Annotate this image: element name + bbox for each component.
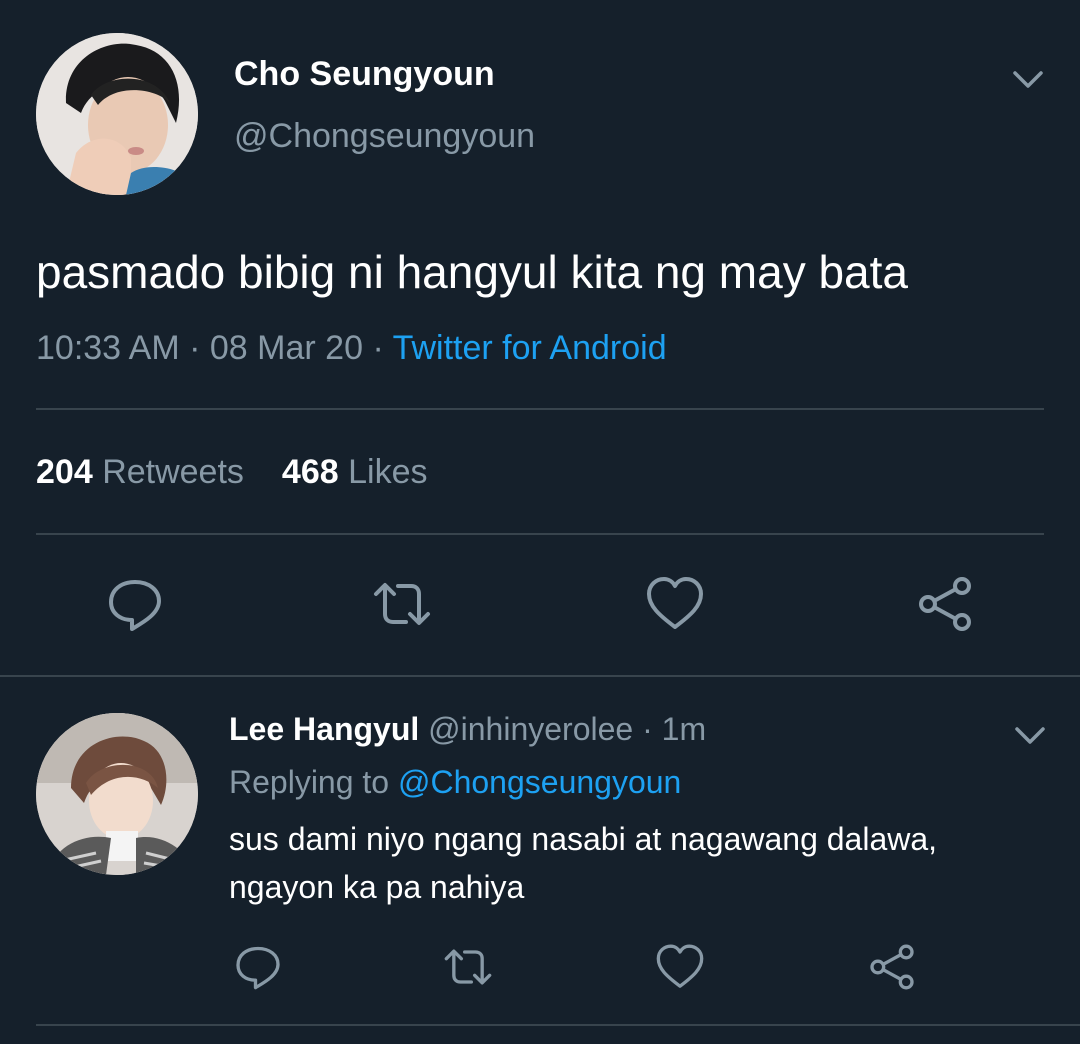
divider (0, 675, 1080, 677)
divider (36, 408, 1044, 410)
author-name[interactable]: Cho Seungyoun (234, 54, 495, 94)
reply-icon[interactable] (233, 941, 283, 991)
tweet-date: 08 Mar 20 (209, 329, 363, 367)
share-icon[interactable] (867, 942, 917, 992)
divider (36, 533, 1044, 535)
avatar-photo (36, 33, 198, 195)
likes-stat[interactable]: 468 Likes (282, 453, 428, 491)
tweet-metadata: 10:33 AM · 08 Mar 20 · Twitter for Andro… (36, 328, 667, 368)
retweet-icon[interactable] (443, 942, 493, 992)
reply-icon[interactable] (105, 573, 165, 633)
likes-label: Likes (348, 453, 428, 491)
author-handle[interactable]: @Chongseungyoun (234, 116, 535, 156)
retweet-icon[interactable] (372, 574, 432, 634)
chevron-down-icon[interactable] (1008, 714, 1052, 758)
replying-to-link[interactable]: @Chongseungyoun (398, 764, 681, 800)
reply-header: Lee Hangyul @inhinyerolee · 1m (229, 710, 706, 748)
tweet-text: pasmado bibig ni hangyul kita ng may bat… (36, 246, 909, 298)
reply-age: 1m (661, 711, 707, 747)
divider (36, 1024, 1080, 1026)
tweet-time: 10:33 AM (36, 329, 180, 367)
meta-separator: · (642, 711, 653, 747)
reply-text-line: sus dami niyo ngang nasabi at nagawang d… (229, 821, 938, 857)
tweet-source-link[interactable]: Twitter for Android (393, 329, 667, 367)
replying-prefix: Replying to (229, 764, 390, 800)
replying-to: Replying to @Chongseungyoun (229, 763, 681, 801)
meta-separator: · (189, 329, 201, 367)
retweets-label: Retweets (102, 453, 244, 491)
reply-author-avatar[interactable] (36, 713, 198, 875)
share-icon[interactable] (915, 574, 975, 634)
reply-author-handle[interactable]: @inhinyerolee (428, 711, 633, 747)
like-icon[interactable] (645, 574, 705, 634)
meta-separator: · (372, 329, 384, 367)
retweets-stat[interactable]: 204 Retweets (36, 453, 244, 491)
chevron-down-icon[interactable] (1006, 58, 1050, 102)
reply-text-line: ngayon ka pa nahiya (229, 869, 525, 905)
author-avatar[interactable] (36, 33, 198, 195)
reply-author-name[interactable]: Lee Hangyul (229, 711, 419, 747)
avatar-photo (36, 713, 198, 875)
likes-count: 468 (281, 453, 339, 491)
like-icon[interactable] (655, 942, 705, 992)
reply-text: sus dami niyo ngang nasabi at nagawang d… (229, 815, 1049, 911)
tweet-stats: 204 Retweets 468 Likes (36, 452, 427, 492)
retweets-count: 204 (36, 453, 93, 491)
